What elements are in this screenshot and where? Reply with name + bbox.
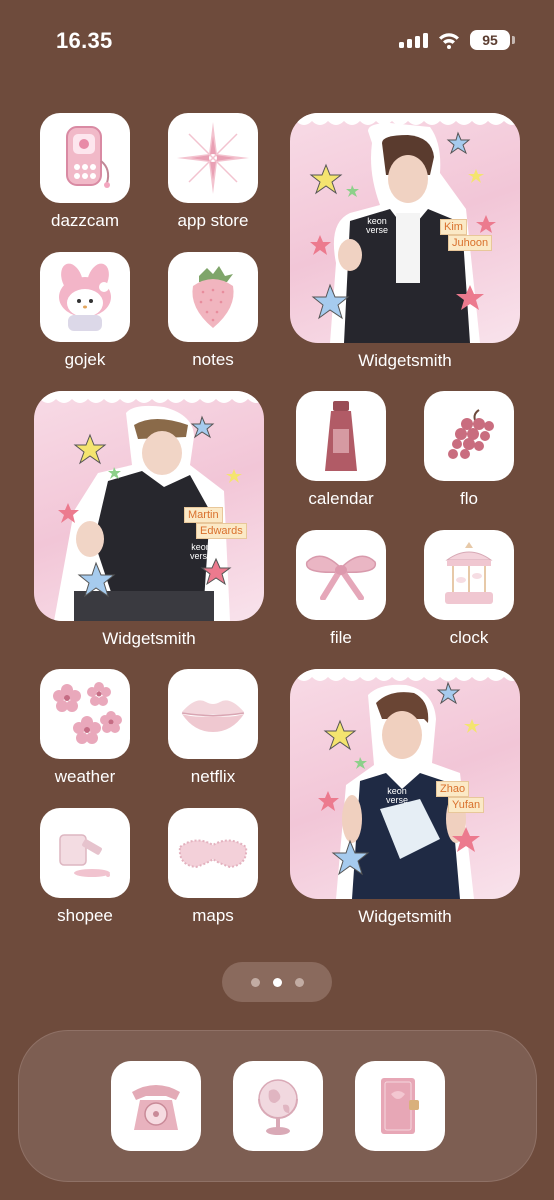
app-label: file xyxy=(330,628,352,647)
star-stickers-icon xyxy=(318,681,480,876)
app-notes[interactable]: notes xyxy=(148,252,278,370)
app-label: notes xyxy=(192,350,234,369)
widgetsmith-widget-kim-juhoon[interactable]: keon verse Kim Juhoon Widgetsmith xyxy=(290,113,520,371)
cherry-blossom-icon xyxy=(40,669,130,759)
app-netflix[interactable]: netflix xyxy=(148,669,278,787)
page-dot xyxy=(294,977,304,987)
app-label: gojek xyxy=(64,350,106,369)
battery-indicator: 95 xyxy=(470,30,515,50)
globe-icon xyxy=(233,1061,323,1151)
status-indicators: 95 xyxy=(399,30,515,50)
app-label: shopee xyxy=(57,906,113,925)
page-dot xyxy=(250,977,260,987)
strawberry-icon xyxy=(168,252,258,342)
widget-label: Widgetsmith xyxy=(102,629,196,648)
dock-app-phone[interactable] xyxy=(91,1061,221,1151)
app-clock[interactable]: clock xyxy=(404,530,534,648)
wifi-icon xyxy=(439,32,459,49)
app-flo[interactable]: flo xyxy=(404,391,534,509)
app-label: calendar xyxy=(308,489,374,508)
app-label: maps xyxy=(192,906,234,925)
app-label: weather xyxy=(54,767,116,786)
ribbon-bow-icon xyxy=(296,530,386,620)
dock xyxy=(18,1030,537,1182)
widget-photo-card: keon verse Zhao Yufan xyxy=(290,669,520,899)
rotary-phone-icon xyxy=(111,1061,201,1151)
widgetsmith-widget-zhao-yufan[interactable]: keon verse Zhao Yufan Widgetsmith xyxy=(290,669,520,927)
widget-label: Widgetsmith xyxy=(358,351,452,370)
lotion-tube-icon xyxy=(296,391,386,481)
app-file[interactable]: file xyxy=(276,530,406,648)
app-gojek[interactable]: gojek xyxy=(20,252,150,370)
flip-phone-icon xyxy=(40,113,130,203)
app-label: app store xyxy=(177,211,249,230)
page-indicator[interactable] xyxy=(222,962,332,1002)
star-stickers-icon xyxy=(309,131,496,320)
nail-polish-icon xyxy=(40,808,130,898)
app-app-store[interactable]: app store xyxy=(148,113,278,231)
app-calendar[interactable]: calendar xyxy=(276,391,406,509)
app-label: flo xyxy=(460,489,478,508)
status-time: 16.35 xyxy=(56,28,113,53)
sparkle-star-icon xyxy=(168,113,258,203)
dock-app-globe[interactable] xyxy=(213,1061,343,1151)
grapes-icon xyxy=(424,391,514,481)
my-melody-icon xyxy=(40,252,130,342)
app-label: clock xyxy=(449,628,489,647)
app-label: dazzcam xyxy=(50,211,120,230)
widget-label: Widgetsmith xyxy=(358,907,452,926)
star-stickers-icon xyxy=(58,415,242,598)
dock-app-notebook[interactable] xyxy=(335,1061,465,1151)
page-dot-active xyxy=(272,977,282,987)
app-dazzcam[interactable]: dazzcam xyxy=(20,113,150,231)
carousel-music-box-icon xyxy=(424,530,514,620)
app-shopee[interactable]: shopee xyxy=(20,808,150,926)
app-label: netflix xyxy=(190,767,236,786)
lips-icon xyxy=(168,669,258,759)
sleep-mask-icon xyxy=(168,808,258,898)
app-maps[interactable]: maps xyxy=(148,808,278,926)
widget-photo-card: Martin Edwards keon verse xyxy=(34,391,264,621)
cellular-signal-icon xyxy=(399,32,428,48)
app-weather[interactable]: weather xyxy=(20,669,150,787)
widgetsmith-widget-martin-edwards[interactable]: Martin Edwards keon verse Widgetsmith xyxy=(34,391,264,649)
widget-photo-card: keon verse Kim Juhoon xyxy=(290,113,520,343)
notebook-icon xyxy=(355,1061,445,1151)
